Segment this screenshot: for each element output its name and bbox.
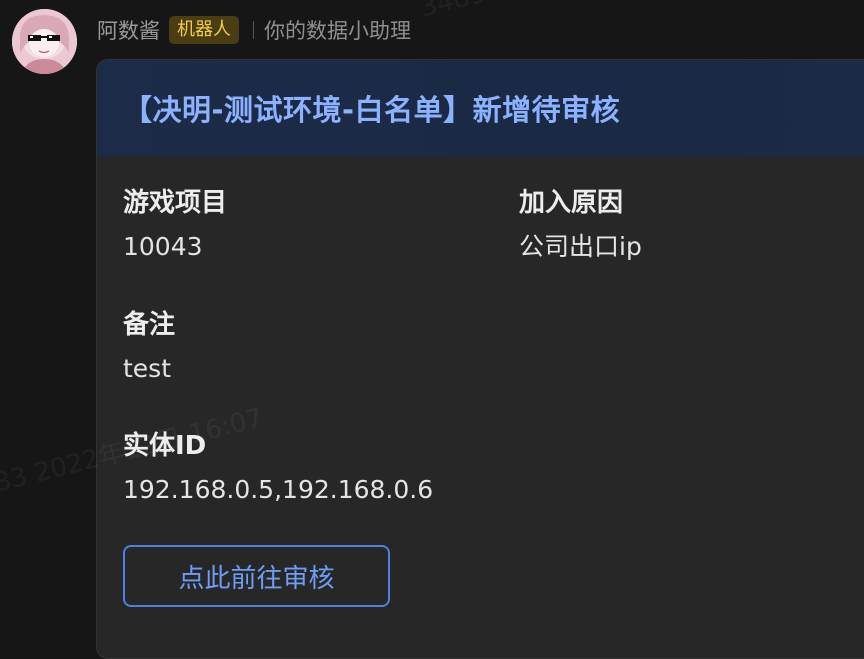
field-label: 加入原因 [519, 188, 624, 218]
card-title: 【决明-测试环境-白名单】新增待审核 [123, 93, 621, 127]
field-value: test [123, 354, 172, 383]
field-value: 192.168.0.5,192.168.0.6 [123, 475, 434, 504]
message-card: 【决明-测试环境-白名单】新增待审核 游戏项目 10043 加入原因 公司出口i… [96, 59, 864, 659]
bot-badge: 机器人 [169, 16, 239, 44]
field-label: 游戏项目 [123, 188, 228, 218]
avatar-icon [12, 9, 77, 74]
field-game-project: 游戏项目 10043 [123, 186, 227, 264]
field-value: 10043 [123, 232, 203, 261]
field-join-reason: 加入原因 公司出口ip [519, 186, 642, 264]
sender-name[interactable]: 阿数酱 [97, 15, 160, 45]
field-remark: 备注 test [123, 308, 175, 386]
watermark: 3489 [417, 0, 489, 24]
field-entity-id: 实体ID 192.168.0.5,192.168.0.6 [123, 429, 433, 507]
sender-description: 你的数据小助理 [264, 19, 411, 43]
avatar[interactable] [12, 9, 77, 74]
go-review-button[interactable]: 点此前往审核 [123, 545, 390, 607]
divider [253, 21, 254, 39]
field-value: 公司出口ip [519, 232, 642, 261]
field-label: 备注 [123, 310, 176, 340]
field-label: 实体ID [123, 431, 207, 461]
card-header: 【决明-测试环境-白名单】新增待审核 [97, 60, 864, 156]
message-header: 阿数酱 机器人 你的数据小助理 [97, 14, 411, 46]
